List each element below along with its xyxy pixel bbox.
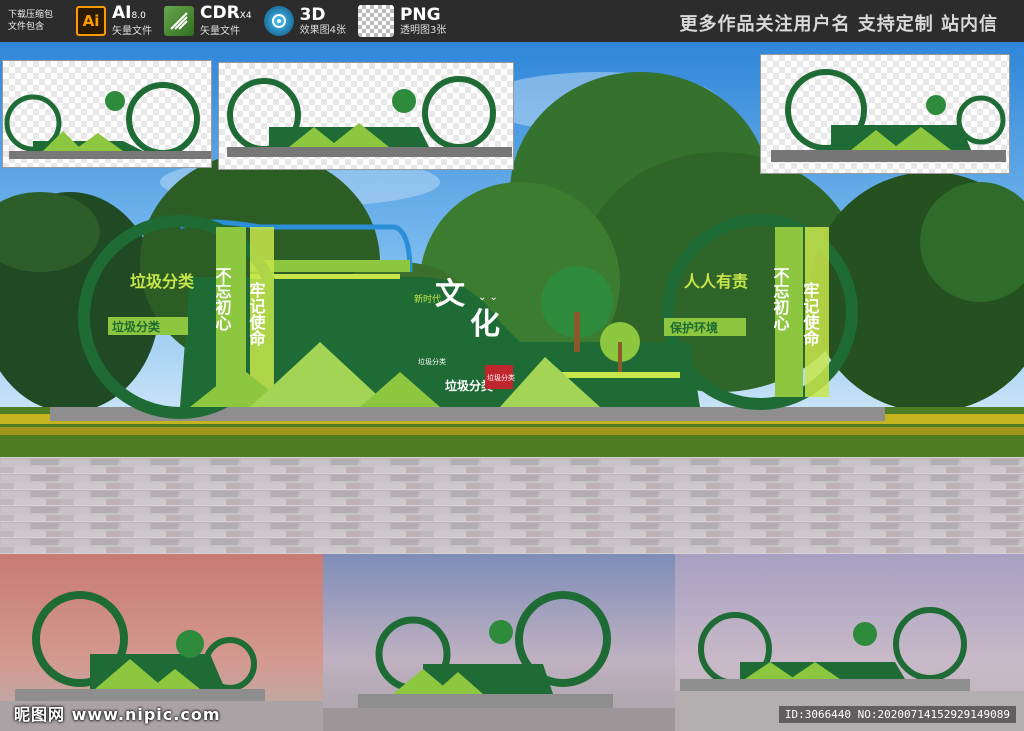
download-label: 下载压缩包 文件包含 [0, 9, 70, 33]
format-3d-sub: 效果图4张 [299, 24, 346, 36]
center-big-2: 化 [470, 307, 500, 342]
center-small: 垃圾分类 [418, 357, 446, 366]
promo-slogan: 更多作品关注用户名 支持定制 站内信 [679, 14, 998, 35]
download-label-line2: 文件包含 [8, 22, 45, 32]
3d-icon [263, 6, 294, 36]
right-vertical-1: 不忘初心 [771, 267, 790, 331]
right-vertical-2: 牢记使命 [801, 281, 821, 347]
image-id-label: ID:3066440 NO:20200714152929149089 [778, 706, 1016, 723]
format-ai-title: AI [112, 3, 132, 23]
left-vertical-1: 不忘初心 [213, 267, 232, 331]
site-watermark: 昵图网 www.nipic.com [14, 705, 221, 724]
format-ai: Ai AI8.0 矢量文件 [70, 0, 158, 42]
format-cdr-version: X4 [239, 11, 252, 21]
png-thumbnail-2 [218, 62, 514, 170]
ai-icon: Ai [76, 6, 106, 36]
format-png-title: PNG [399, 4, 441, 25]
format-3d-title: 3D [299, 4, 326, 25]
format-cdr: CDRX4 矢量文件 [158, 0, 258, 42]
red-tag-label: 垃圾分类 [487, 373, 515, 382]
render-thumbnail-3 [675, 554, 1024, 731]
left-vertical-2: 牢记使命 [247, 281, 267, 347]
cdr-icon [164, 6, 194, 36]
png-icon [357, 5, 394, 37]
bird-icon: ⌄ ⌄ [478, 292, 498, 303]
format-ai-sub: 矢量文件 [112, 26, 152, 37]
png-thumbnail-3 [760, 54, 1010, 174]
render-thumbnail-2 [323, 554, 675, 731]
format-png: PNG 透明图3张 [352, 0, 452, 42]
png-thumbnail-1 [2, 60, 212, 168]
main-render: 垃圾分类 垃圾分类 不忘初心 牢记使命 文 化 新时代 垃圾分类 垃圾分类 垃圾… [0, 42, 1024, 554]
right-subtitle: 保护环境 [669, 320, 718, 335]
preview-image: 下载压缩包 文件包含 Ai AI8.0 矢量文件 CDRX4 矢量文件 3D 效… [0, 0, 1024, 731]
download-label-line1: 下载压缩包 [8, 10, 54, 20]
right-title: 人人有责 [684, 272, 748, 291]
red-tag: 垃圾分类 [485, 365, 515, 389]
format-ai-version: 8.0 [131, 11, 146, 21]
center-seal: 新时代 [414, 293, 441, 305]
format-png-sub: 透明图3张 [399, 24, 447, 36]
format-banner: 下载压缩包 文件包含 Ai AI8.0 矢量文件 CDRX4 矢量文件 3D 效… [0, 0, 1024, 42]
format-cdr-title: CDR [200, 3, 240, 23]
left-subtitle: 垃圾分类 [112, 319, 161, 334]
format-cdr-sub: 矢量文件 [200, 26, 240, 37]
left-title: 垃圾分类 [130, 272, 195, 291]
format-3d: 3D 效果图4张 [258, 0, 352, 42]
